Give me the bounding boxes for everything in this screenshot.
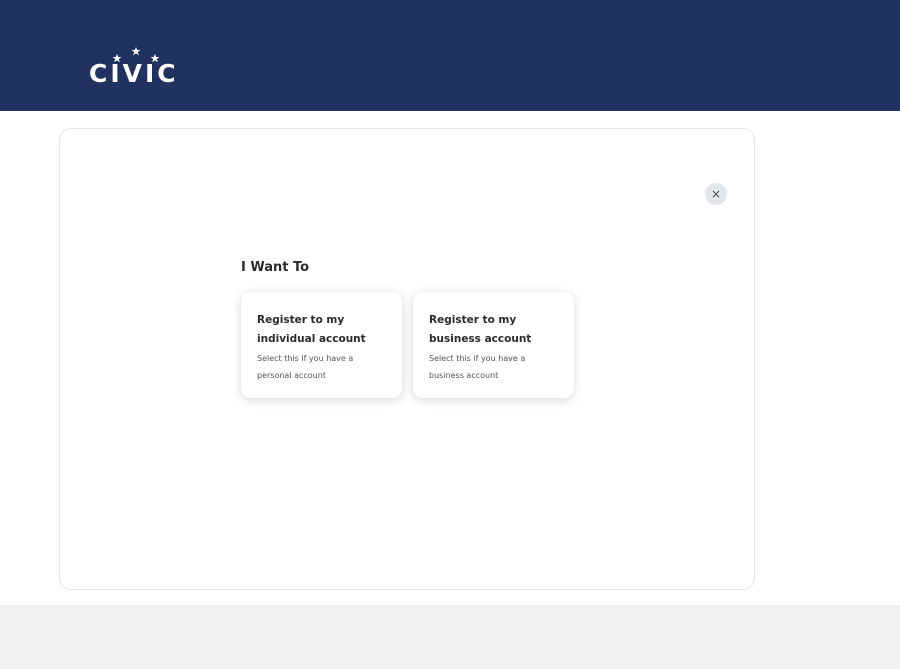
- civic-logo[interactable]: CIVIC: [89, 46, 199, 92]
- option-description: Select this if you have a personal accou…: [257, 354, 354, 380]
- dialog-heading: I Want To: [241, 260, 310, 275]
- option-title: Register to my business account: [429, 314, 532, 345]
- site-header: CIVIC: [0, 0, 900, 111]
- register-business-option[interactable]: Register to my business account Select t…: [413, 292, 574, 398]
- logo-wordmark: CIVIC: [89, 59, 179, 88]
- register-individual-option[interactable]: Register to my individual account Select…: [241, 292, 402, 398]
- close-icon: ×: [710, 187, 722, 201]
- selection-dialog: × I Want To Register to my individual ac…: [59, 128, 755, 590]
- option-description: Select this if you have a business accou…: [429, 354, 526, 380]
- close-button[interactable]: ×: [705, 183, 727, 205]
- option-title: Register to my individual account: [257, 314, 366, 345]
